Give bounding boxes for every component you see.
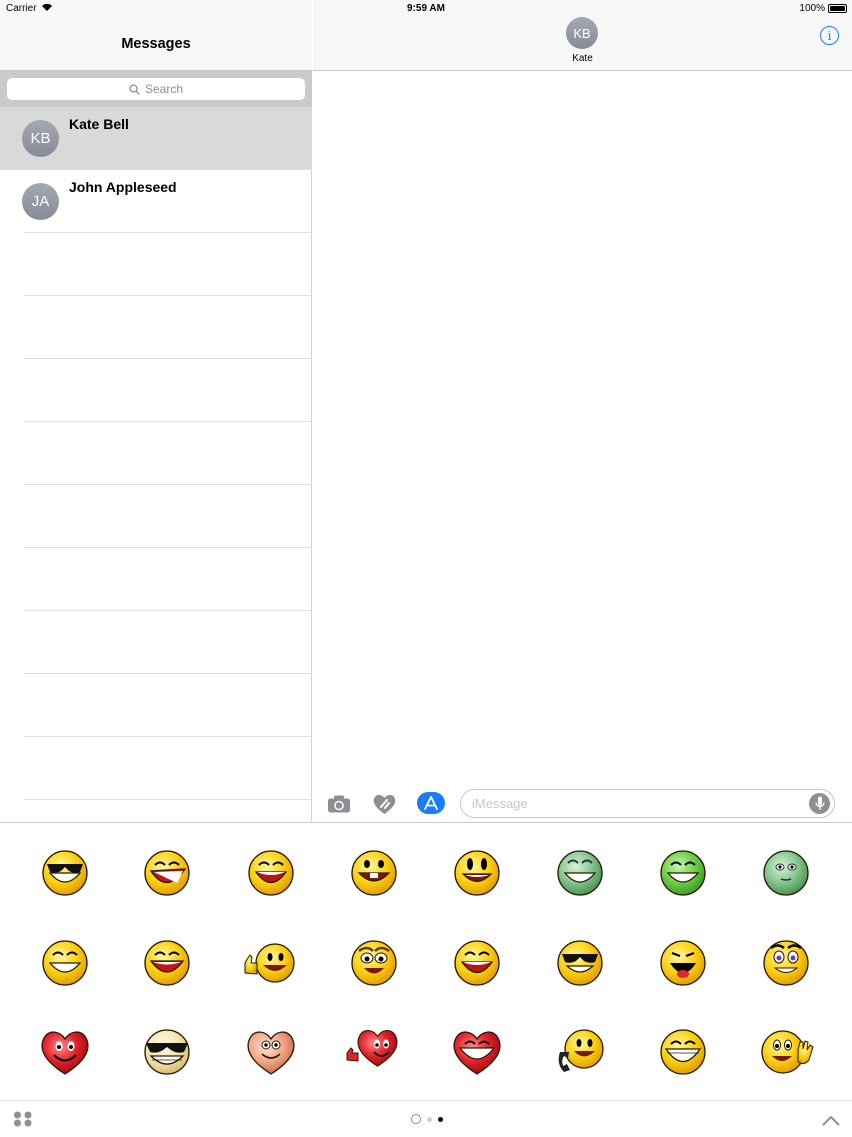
wide-grin-smiley[interactable] xyxy=(653,1022,713,1082)
camera-icon[interactable] xyxy=(327,795,351,818)
open-mouth-laughing-smiley[interactable] xyxy=(653,933,713,993)
conversation-item-john-appleseed[interactable]: JA John Appleseed xyxy=(22,170,312,233)
cool-grin-smiley[interactable] xyxy=(550,933,610,993)
search-icon xyxy=(129,83,140,95)
search-input[interactable]: Search xyxy=(7,78,305,100)
message-input[interactable]: iMessage xyxy=(460,789,835,818)
sunglasses-smiley[interactable] xyxy=(35,843,95,903)
green-laughing-smiley[interactable] xyxy=(653,843,713,903)
conversation-name: John Appleseed xyxy=(69,179,177,195)
empty-row xyxy=(24,233,312,296)
tilted-laughing-smiley[interactable] xyxy=(137,843,197,903)
laughing-tongue-smiley[interactable] xyxy=(137,933,197,993)
green-smiley[interactable] xyxy=(756,843,816,903)
wide-eyed-smiley[interactable] xyxy=(756,933,816,993)
conversation-item-kate-bell[interactable]: KB Kate Bell xyxy=(0,107,312,170)
digital-touch-heart-icon[interactable] xyxy=(372,793,397,820)
battery-icon xyxy=(828,4,847,13)
page-dot-current[interactable] xyxy=(438,1116,443,1122)
contact-avatar[interactable]: KB xyxy=(566,17,598,49)
waving-smiley[interactable] xyxy=(756,1022,816,1082)
message-composer: iMessage xyxy=(313,787,852,822)
drawer-toolbar xyxy=(0,1100,852,1137)
conversation-list: KB Kate Bell JA John Appleseed xyxy=(0,107,312,800)
nerd-smiley[interactable] xyxy=(344,933,404,993)
empty-row xyxy=(24,674,312,737)
page-indicator[interactable] xyxy=(411,1114,443,1124)
thumbs-up-smiley[interactable] xyxy=(241,933,301,993)
laughing-heart-smiley[interactable] xyxy=(447,1022,507,1082)
empty-row xyxy=(24,485,312,548)
avatar: KB xyxy=(22,120,59,157)
laughing-smiley[interactable] xyxy=(447,933,507,993)
empty-row xyxy=(24,422,312,485)
empty-row xyxy=(24,737,312,800)
info-icon[interactable]: i xyxy=(820,26,839,45)
conversation-name: Kate Bell xyxy=(69,116,129,132)
app-grid-icon[interactable] xyxy=(13,1111,35,1132)
recents-icon[interactable] xyxy=(411,1114,421,1124)
pink-heart-smiley[interactable] xyxy=(241,1022,301,1082)
chevron-up-icon[interactable] xyxy=(822,1113,840,1131)
app-store-icon[interactable] xyxy=(417,792,445,814)
empty-row xyxy=(24,548,312,611)
phone-call-smiley[interactable] xyxy=(550,1022,610,1082)
search-placeholder: Search xyxy=(144,82,184,96)
grinning-smiley[interactable] xyxy=(447,843,507,903)
sticker-drawer xyxy=(0,822,852,1136)
status-bar: Carrier 9:59 AM 100% xyxy=(0,0,852,18)
empty-row xyxy=(24,296,312,359)
search-bar: Search xyxy=(0,71,312,107)
empty-row xyxy=(24,611,312,674)
green-grinning-smiley[interactable] xyxy=(550,843,610,903)
contact-name[interactable]: Kate xyxy=(313,53,852,64)
thumbs-up-heart-smiley[interactable] xyxy=(344,1022,404,1082)
avatar: JA xyxy=(22,183,59,220)
status-time: 9:59 AM xyxy=(407,3,445,14)
red-heart-smiley[interactable] xyxy=(35,1022,95,1082)
conversation-pane: KB Kate i iMessage xyxy=(313,0,852,822)
buck-teeth-smiley[interactable] xyxy=(344,843,404,903)
message-placeholder: iMessage xyxy=(472,796,528,811)
page-dot[interactable] xyxy=(427,1116,432,1122)
microphone-icon[interactable] xyxy=(809,793,830,814)
big-grin-smiley[interactable] xyxy=(241,843,301,903)
page-title: Messages xyxy=(121,36,191,52)
conversation-list-pane: Messages Search KB Kate Bell JA John App… xyxy=(0,0,312,822)
battery-percentage: 100% xyxy=(799,3,825,14)
squinting-grin-smiley[interactable] xyxy=(35,933,95,993)
empty-row xyxy=(24,359,312,422)
sunglasses-grin-smiley[interactable] xyxy=(137,1022,197,1082)
